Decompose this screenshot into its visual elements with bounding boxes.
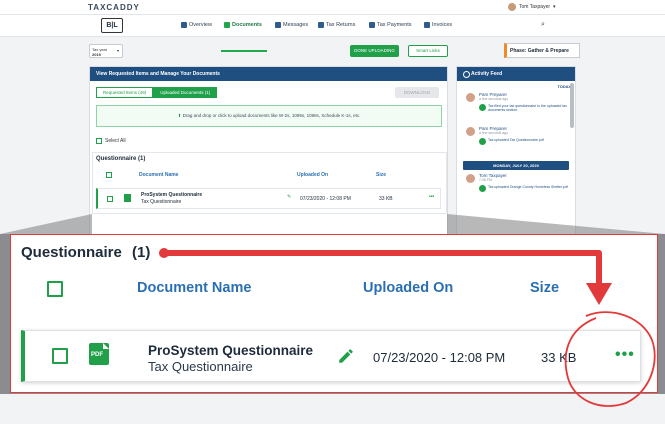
activity-feed-header: Activity Feed [457,67,575,81]
table-row[interactable]: ProSystem Questionnaire Tax Questionnair… [96,188,441,209]
chevron-down-icon: ▾ [116,48,119,53]
nav-tax-payments[interactable]: Tax Payments [369,22,412,28]
document-type: Tax Questionnaire [148,359,253,374]
checkbox[interactable] [106,172,112,178]
phase-indicator: Phase: Gather & Prepare [504,43,580,58]
zoom-funnel-shadow [447,214,665,234]
user-name: Tom Taxpayer [519,4,551,10]
tax-year-select[interactable]: Tax year 2019 ▾ [89,44,123,58]
edit-icon[interactable]: ✎ [287,194,291,200]
section-title: Questionnaire [21,244,122,261]
smart-links-button[interactable]: Smart Links [408,45,448,57]
documents-panel-header: View Requested Items and Manage Your Doc… [90,67,447,81]
done-uploading-button[interactable]: DONE UPLOADING [350,45,399,57]
feed-entry: Tom Taxpayer 7:38 PM Tax uploaded Orange… [457,170,575,204]
home-icon [181,22,187,28]
dollar-icon [369,22,375,28]
uploaded-on-value: 07/23/2020 - 12:08 PM [373,350,506,365]
feed-day-label: TODAY [557,84,571,89]
more-options-icon[interactable]: ••• [615,346,635,364]
message-icon [275,22,281,28]
main-nav: B|L Overview Documents Messages Tax Retu… [0,15,665,52]
download-button[interactable]: DOWNLOAD [395,87,439,98]
tab-requested-items[interactable]: Requested Items (49) [96,87,154,98]
document-tabs: Requested Items (49) Uploaded Documents … [96,87,218,98]
org-logo: B|L [101,18,123,33]
tax-return-icon [318,22,324,28]
more-options-icon[interactable]: ••• [429,194,434,200]
user-menu[interactable]: Tom Taxpayer ▾ [508,3,556,11]
tab-uploaded-documents[interactable]: Uploaded Documents (1) [153,87,218,98]
upload-dropzone[interactable]: ⬆ Drag and drop or click to upload docum… [96,105,442,127]
invoice-icon [424,22,430,28]
questionnaire-card-preview: Questionnaire (1) Document Name Uploaded… [92,152,447,214]
active-tab-indicator [221,50,267,52]
feed-scrollbar[interactable] [570,83,574,128]
nav-messages[interactable]: Messages [275,22,308,28]
file-size-value: 33 KB [541,350,577,365]
nav-tax-returns[interactable]: Tax Returns [318,22,355,28]
section-count: (1) [132,244,151,261]
checkbox[interactable] [96,138,102,144]
edit-pencil-icon[interactable] [337,347,355,365]
row-checkbox[interactable] [52,348,68,364]
avatar [466,93,475,102]
column-header-document-name[interactable]: Document Name [137,280,251,296]
taxcaddy-logo: TAXCADDY [88,3,140,12]
top-bar: TAXCADDY Tom Taxpayer ▾ [0,0,665,15]
avatar [508,3,516,11]
zoom-funnel-shadow [0,214,92,234]
pdf-icon [124,194,131,202]
nav-overview[interactable]: Overview [181,22,212,28]
feed-entry: Pam Preparer a few seconds ago Tax filed… [457,89,575,123]
table-row[interactable]: PDF ProSystem Questionnaire Tax Question… [21,330,641,382]
feed-day-label: MONDAY, JULY 20, 2020 [463,161,569,170]
nav-invoices[interactable]: Invoices [424,22,452,28]
nav-documents[interactable]: Documents [224,22,262,28]
column-header-size[interactable]: Size [530,280,559,296]
pdf-icon-label: PDF [91,352,103,358]
select-all-checkbox[interactable]: Select All [96,138,126,144]
select-all-questionnaire-checkbox[interactable] [47,281,63,297]
search-icon[interactable]: ⌕ [541,21,545,29]
document-icon [224,22,230,28]
questionnaire-zoom-callout: Questionnaire (1) Document Name Uploaded… [10,234,658,393]
avatar [466,127,475,136]
column-header-uploaded-on[interactable]: Uploaded On [363,280,453,296]
avatar [466,174,475,183]
feed-entry: Pam Preparer a few seconds ago Tax uploa… [457,123,575,157]
checkbox[interactable] [107,196,113,202]
chevron-down-icon: ▾ [553,4,556,10]
document-name[interactable]: ProSystem Questionnaire [148,343,313,358]
